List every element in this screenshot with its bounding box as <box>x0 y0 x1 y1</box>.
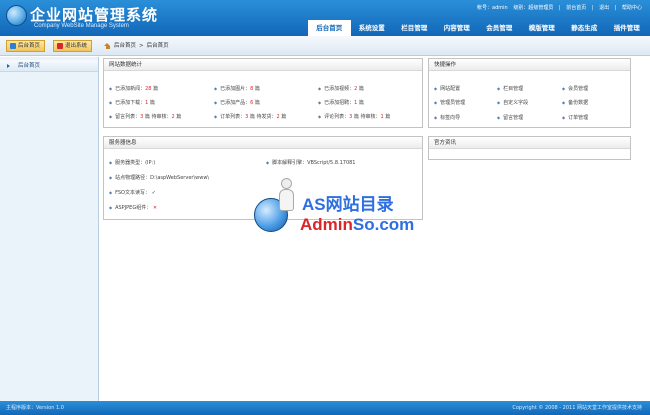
nav-item-content-manage[interactable]: 内容管理 <box>436 20 479 36</box>
stat-downloads: 已添加下载：1 篇 <box>109 99 155 106</box>
level-label: 级别：超级管理员 <box>513 5 554 11</box>
breadcrumb: 后台首页 > 后台首页 <box>104 40 169 52</box>
site-path: 站点物理路径：D:\aspWebServer\www\ <box>109 174 209 181</box>
stat-products: 已添加产品：6 篇 <box>214 99 260 106</box>
stat-images: 已添加图片：8 篇 <box>214 85 260 92</box>
home-icon <box>10 43 16 49</box>
nav-item-static-generate[interactable]: 静态生成 <box>563 20 606 36</box>
watermark-logo: AS网站目录 AdminSo.com <box>250 172 414 242</box>
stat-jobs: 已添加招聘：1 篇 <box>318 99 364 106</box>
nav-item-home[interactable]: 后台首页 <box>308 20 351 36</box>
quick-custom-fields[interactable]: 自定义字段 <box>497 99 528 106</box>
stat-orders: 订单列表：3 篇 待发货：2 篇 <box>214 113 286 120</box>
stat-videos: 已添加视频：2 篇 <box>318 85 364 92</box>
exit-icon <box>57 43 63 49</box>
house-icon <box>104 43 111 49</box>
watermark-title: AS网站目录 <box>302 195 394 214</box>
sidebar-item-home[interactable]: 后台首页 <box>0 60 98 72</box>
app-subtitle: Company WebSite Manage System <box>34 23 129 29</box>
home-button[interactable]: 后台首页 <box>6 40 46 52</box>
server-info-title: 服务器信息 <box>104 137 422 149</box>
quick-message-manage[interactable]: 留言管理 <box>497 114 523 121</box>
stat-messages: 留言列表：3 篇 待审核：2 篇 <box>109 113 181 120</box>
copyright-text: Copyright © 2008 - 2011 网站天堂工作室提供技术支持 <box>512 405 642 411</box>
server-type: 服务器类型：(IP:) <box>109 159 155 166</box>
main-nav: 后台首页 系统设置 栏目管理 内容管理 会员管理 模版管理 静态生成 插件管理 <box>308 20 648 36</box>
help-link[interactable]: 帮助中心 <box>622 5 642 11</box>
quick-tag-wizard[interactable]: 标签向导 <box>434 114 460 121</box>
nav-item-plugin-manage[interactable]: 插件管理 <box>606 20 649 36</box>
quick-actions-panel: 快捷操作 网站配置 栏目管理 会员管理 管理员管理 自定义字段 备份数据 标签向… <box>428 58 631 128</box>
footer-bar: 主程序版本：Version 1.0 Copyright © 2008 - 201… <box>0 401 650 415</box>
official-news-panel: 官方资讯 <box>428 136 631 160</box>
globe-logo-icon <box>6 5 27 26</box>
nav-item-system-settings[interactable]: 系统设置 <box>351 20 394 36</box>
quick-backup-data[interactable]: 备份数据 <box>562 99 588 106</box>
stat-news: 已添加新闻：28 篇 <box>109 85 158 92</box>
nav-item-template-manage[interactable]: 模版管理 <box>521 20 564 36</box>
version-text: 主程序版本：Version 1.0 <box>6 405 64 411</box>
sidebar: 后台首页 <box>0 57 99 401</box>
frontpage-link[interactable]: 前台首页 <box>566 5 586 11</box>
toolbar: 后台首页 退出系统 后台首页 > 后台首页 <box>0 36 650 56</box>
official-news-title: 官方资讯 <box>429 137 630 149</box>
check-icon: ✓ <box>151 190 156 196</box>
stat-comments: 评论列表：3 篇 待审核：1 篇 <box>318 113 390 120</box>
header-bar: 企业网站管理系统 Company WebSite Manage System 帐… <box>0 0 650 36</box>
watermark-domain: AdminSo.com <box>300 215 415 234</box>
logout-button[interactable]: 退出系统 <box>53 40 93 52</box>
account-label: 帐号：admin <box>477 5 508 11</box>
home-button-label: 后台首页 <box>18 43 41 49</box>
quick-admin-manage[interactable]: 管理员管理 <box>434 99 465 106</box>
watermark-figure-icon <box>278 178 296 214</box>
quick-site-config[interactable]: 网站配置 <box>434 85 460 92</box>
quick-column-manage[interactable]: 栏目管理 <box>497 85 523 92</box>
nav-item-member-manage[interactable]: 会员管理 <box>478 20 521 36</box>
script-engine: 脚本解释引擎：VBScript/5.8.17081 <box>266 159 355 166</box>
nav-item-column-manage[interactable]: 栏目管理 <box>393 20 436 36</box>
quick-actions-title: 快捷操作 <box>429 59 630 71</box>
logout-button-label: 退出系统 <box>65 43 88 49</box>
stats-panel-title: 网站数据统计 <box>104 59 422 71</box>
breadcrumb-current: 后台首页 <box>146 43 169 49</box>
quick-member-manage[interactable]: 会员管理 <box>562 85 588 92</box>
cross-icon: ✕ <box>152 205 158 211</box>
quick-order-manage[interactable]: 订单管理 <box>562 114 588 121</box>
app-title: 企业网站管理系统 <box>30 6 159 24</box>
breadcrumb-item[interactable]: 后台首页 <box>114 40 136 52</box>
aspjpeg-status: ASPJPEG组件： ✕ <box>109 204 157 211</box>
logout-link[interactable]: 退出 <box>599 5 609 11</box>
fso-status: FSO文本读写： ✓ <box>109 189 156 196</box>
stats-panel: 网站数据统计 已添加新闻：28 篇 已添加图片：8 篇 已添加视频：2 篇 已添… <box>103 58 423 128</box>
top-links: 帐号：admin 级别：超级管理员 | 前台首页 | 退出 | 帮助中心 <box>477 5 642 11</box>
